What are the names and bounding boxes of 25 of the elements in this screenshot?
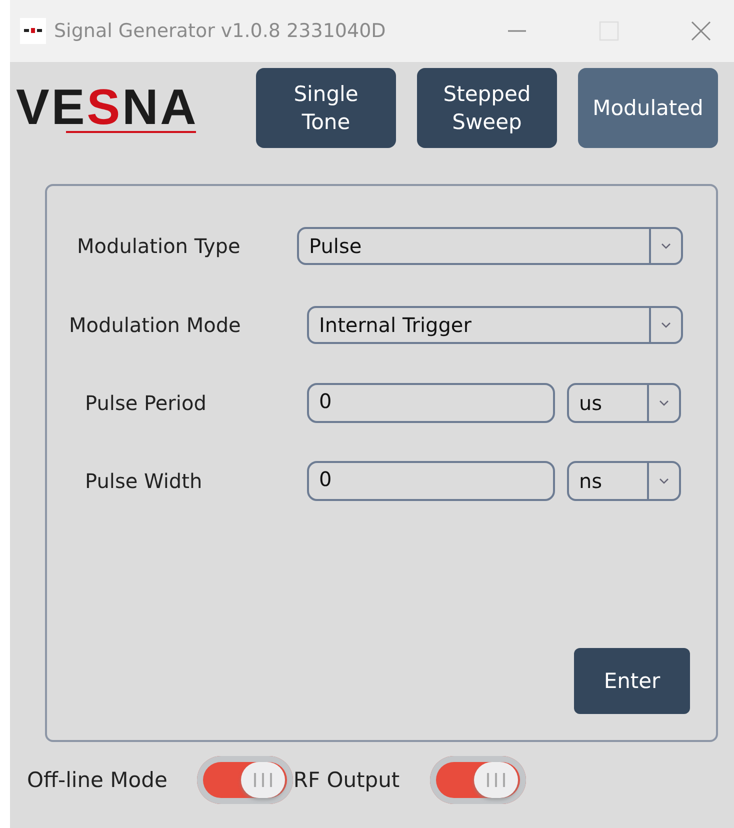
- field-label: Modulation Mode: [68, 313, 242, 337]
- toggle-label: Off-line Mode: [27, 768, 168, 792]
- mode-tab[interactable]: Single Tone: [256, 68, 396, 148]
- mode-tab[interactable]: Stepped Sweep: [417, 68, 557, 148]
- input-field[interactable]: 0: [307, 383, 555, 423]
- field-label: Modulation Type: [76, 234, 242, 258]
- unit-dropdown[interactable]: us: [567, 383, 681, 423]
- app-logo-icon: [20, 18, 46, 44]
- chevron-down-icon: [661, 242, 671, 250]
- field-label: Pulse Period: [84, 391, 208, 415]
- window-title: Signal Generator v1.0.8 2331040D: [54, 20, 386, 42]
- chevron-down-icon: [661, 321, 671, 329]
- close-icon[interactable]: [690, 20, 712, 42]
- dropdown[interactable]: Pulse: [297, 227, 683, 265]
- chevron-down-icon: [659, 399, 669, 407]
- field-label: Pulse Width: [84, 469, 204, 493]
- chevron-down-icon: [659, 477, 669, 485]
- enter-button[interactable]: Enter: [574, 648, 690, 714]
- dropdown[interactable]: Internal Trigger: [307, 306, 683, 344]
- toggle-switch[interactable]: [430, 756, 526, 804]
- toggle-label: RF Output: [293, 768, 400, 792]
- unit-dropdown[interactable]: ns: [567, 461, 681, 501]
- input-field[interactable]: 0: [307, 461, 555, 501]
- mode-tab[interactable]: Modulated: [578, 68, 718, 148]
- toggle-switch[interactable]: [197, 756, 294, 804]
